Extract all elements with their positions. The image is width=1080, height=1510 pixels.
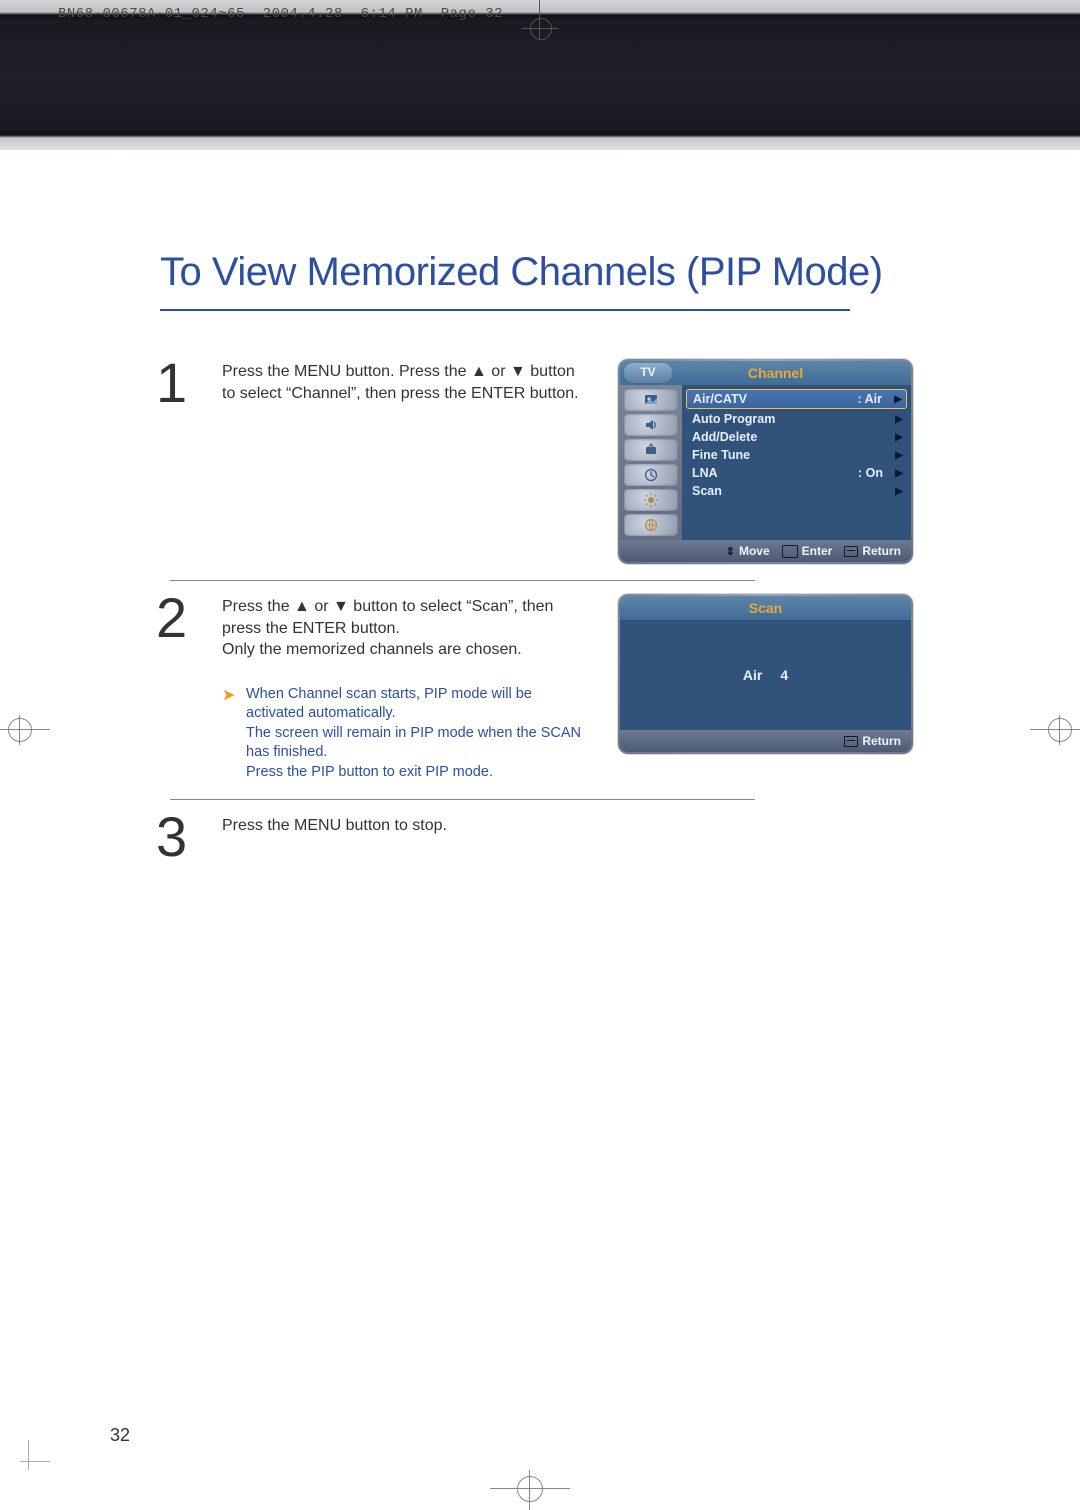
down-arrow-icon: ▼ [333,598,349,615]
chevron-right-icon: ▶ [894,394,902,405]
step-2-extra: Only the memorized channels are chosen. [222,639,582,661]
sound-category-icon[interactable] [624,414,678,436]
osd-channel-menu: TV Channel [618,359,913,564]
step-text: Press the MENU button. Press the ▲ or ▼ … [222,359,582,564]
step-number: 3 [156,813,186,859]
step-1: 1 Press the MENU button. Press the ▲ or … [160,351,1000,564]
osd-tv-badge: TV [624,363,672,383]
up-arrow-icon: ▲ [294,598,310,615]
chevron-right-icon: ▶ [895,432,903,443]
top-decorative-band: BN68-00678A-01_024~65 2004.4.28 6:14 PM … [0,0,1080,150]
scan-channel-number: 4 [780,667,788,683]
chevron-right-icon: ▶ [895,468,903,479]
step-2-note: When Channel scan starts, PIP mode will … [222,685,582,783]
crop-mark-bottom-left [20,1440,50,1470]
osd-scan-screen: Scan Air 4 Return [618,594,913,783]
page-title: To View Memorized Channels (PIP Mode) [160,250,1000,295]
step-divider [170,580,755,581]
osd-item-auto-program[interactable]: Auto Program ▶ [686,410,907,428]
title-underline [160,309,850,311]
step-3: 3 Press the MENU button to stop. [160,805,1000,859]
osd-header: Scan [620,596,911,620]
channel-category-icon[interactable] [624,439,678,461]
chevron-right-icon: ▶ [895,414,903,425]
step-text: Press the ▲ or ▼ button to select “Scan”… [222,594,582,783]
step-divider [170,799,755,800]
osd-title: Scan [620,600,911,616]
picture-category-icon[interactable] [624,389,678,411]
hint-enter: Enter [782,544,833,558]
osd-footer-hints: ⇕Move Enter Return [620,540,911,562]
step-number: 2 [156,594,186,783]
language-category-icon[interactable] [624,514,678,536]
print-metadata: BN68-00678A-01_024~65 2004.4.28 6:14 PM … [58,6,503,22]
down-arrow-icon: ▼ [510,363,526,380]
osd-item-list: Air/CATV : Air ▶ Auto Program ▶ [682,385,911,540]
osd-item-add-delete[interactable]: Add/Delete ▶ [686,428,907,446]
step-text: Press the MENU button to stop. [222,813,582,859]
osd-item-lna[interactable]: LNA : On ▶ [686,464,907,482]
registration-mark-top [510,0,570,30]
osd-item-fine-tune[interactable]: Fine Tune ▶ [686,446,907,464]
updown-icon: ⇕ [726,545,735,558]
step-2: 2 Press the ▲ or ▼ button to select “Sca… [160,586,1000,783]
osd-footer-hints: Return [620,730,911,752]
hint-return: Return [844,734,901,748]
page-number: 32 [110,1425,130,1446]
osd-scan-body: Air 4 [620,620,911,730]
hint-move: ⇕Move [726,544,770,558]
return-icon [844,546,858,557]
up-arrow-icon: ▲ [471,363,487,380]
osd-item-scan[interactable]: Scan ▶ [686,482,907,500]
step-1-line: Press the MENU button. Press the ▲ or ▼ … [222,363,579,402]
chevron-right-icon: ▶ [895,486,903,497]
registration-mark-bottom [490,1470,570,1510]
content-area: To View Memorized Channels (PIP Mode) 1 … [0,150,1080,1510]
return-icon [844,736,858,747]
scan-source: Air [743,667,762,683]
osd-item-spacer [686,500,907,514]
osd-header: TV Channel [620,361,911,385]
osd-item-air-catv[interactable]: Air/CATV : Air ▶ [686,389,907,409]
step-2-line: Press the ▲ or ▼ button to select “Scan”… [222,598,553,637]
enter-icon [782,545,798,558]
chevron-right-icon: ▶ [895,450,903,461]
time-category-icon[interactable] [624,464,678,486]
setup-category-icon[interactable] [624,489,678,511]
osd-category-icons [620,385,682,540]
hint-return: Return [844,544,901,558]
step-number: 1 [156,359,186,564]
page: BN68-00678A-01_024~65 2004.4.28 6:14 PM … [0,0,1080,1510]
